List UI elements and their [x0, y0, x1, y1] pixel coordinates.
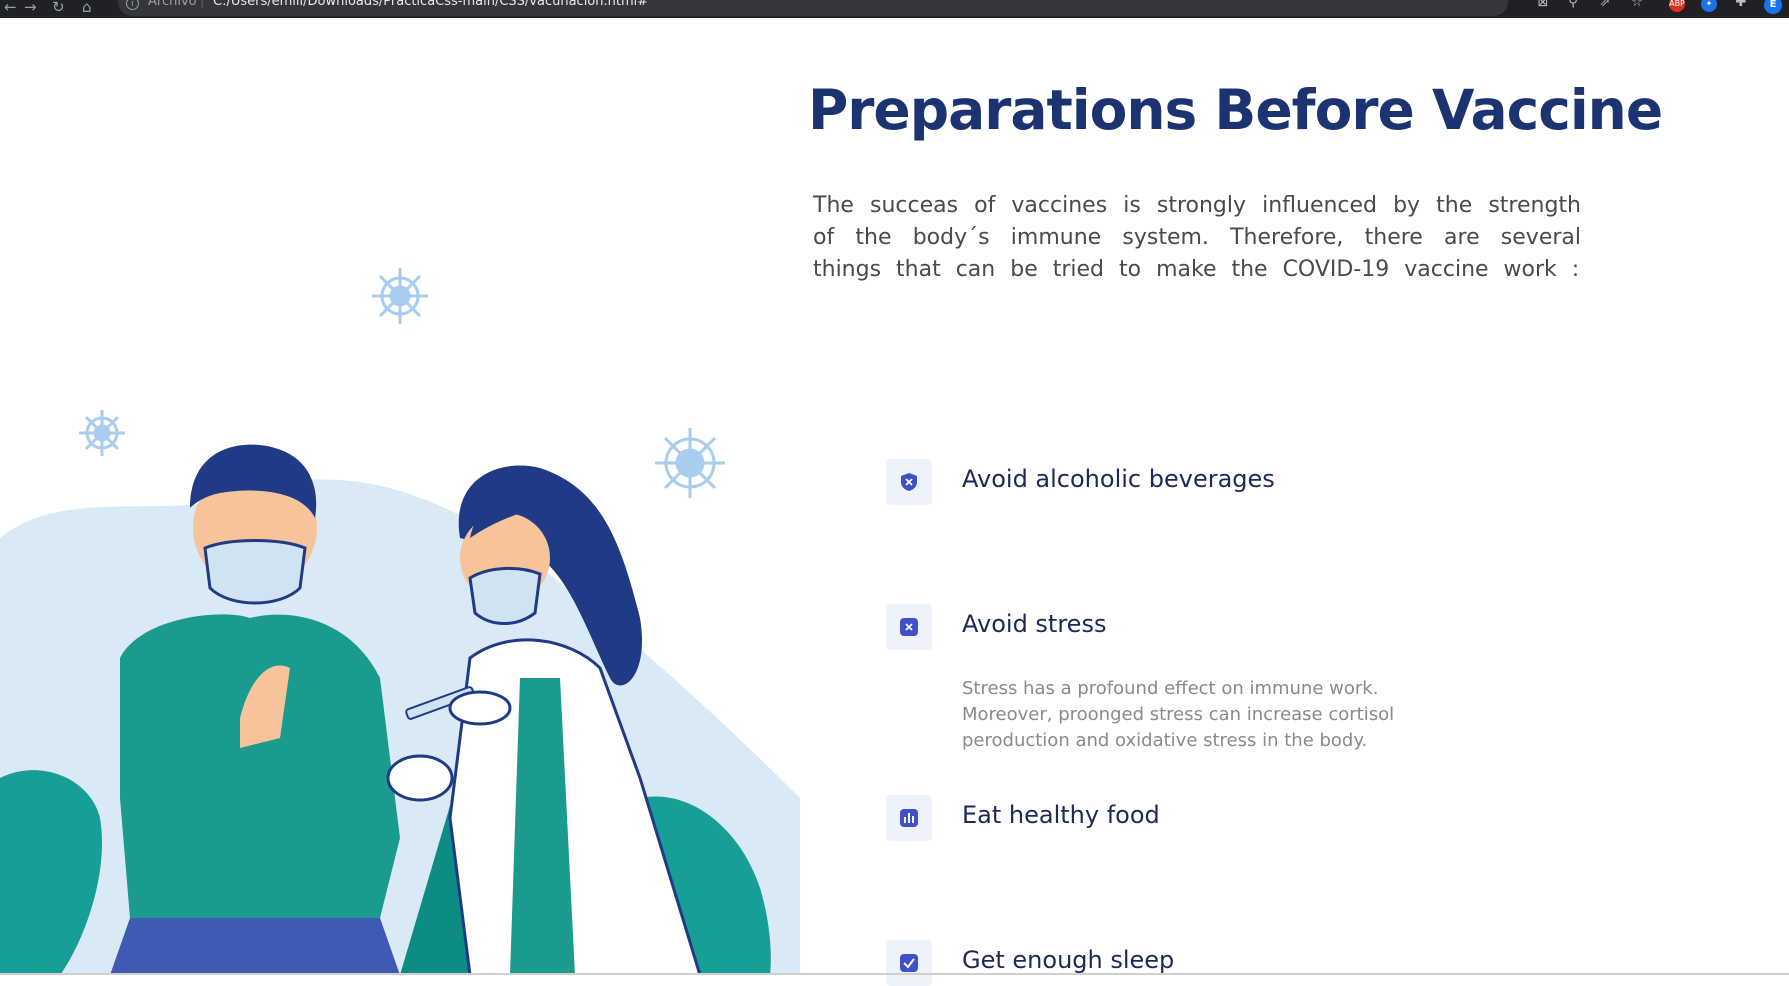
- translate-icon[interactable]: ⊠: [1536, 0, 1550, 10]
- back-icon[interactable]: ←: [4, 0, 17, 16]
- browser-toolbar: ← → ↻ ⌂ i Archivo | C:/Users/emili/Downl…: [0, 0, 1789, 18]
- adblock-extension-icon[interactable]: ABP: [1669, 0, 1685, 12]
- item-icon-badge: [886, 604, 932, 650]
- shield-icon: [901, 473, 917, 491]
- page-title: Preparations Before Vaccine: [808, 78, 1663, 142]
- bar-chart-icon: [900, 809, 918, 827]
- zoom-icon[interactable]: ⚲: [1566, 0, 1580, 10]
- item-description: Stress has a profound effect on immune w…: [962, 678, 1395, 751]
- x-square-icon: [900, 618, 918, 636]
- item-icon-badge: [886, 795, 932, 841]
- forward-icon[interactable]: →: [24, 0, 37, 16]
- extension-icon[interactable]: ✦: [1701, 0, 1717, 12]
- item-title: Avoid stress: [962, 610, 1107, 638]
- reload-icon[interactable]: ↻: [52, 0, 65, 16]
- virus-icon: [372, 268, 428, 324]
- address-separator: |: [200, 0, 205, 9]
- item-title: Avoid alcoholic beverages: [962, 465, 1275, 493]
- intro-paragraph: The succeas of vaccines is strongly infl…: [813, 193, 1581, 282]
- extensions-puzzle-icon[interactable]: ✚: [1734, 0, 1748, 10]
- vaccination-illustration: [0, 268, 800, 975]
- virus-icon: [655, 428, 725, 498]
- item-title: Get enough sleep: [962, 946, 1175, 974]
- profile-avatar[interactable]: E: [1764, 0, 1782, 14]
- item-icon-badge: [886, 459, 932, 505]
- url-text[interactable]: C:/Users/emili/Downloads/PracticaCss-mai…: [213, 0, 648, 9]
- site-info-label[interactable]: Archivo: [148, 0, 197, 9]
- item-icon-badge: [886, 940, 932, 986]
- home-icon[interactable]: ⌂: [82, 0, 92, 16]
- check-square-icon: [900, 954, 918, 972]
- share-icon[interactable]: ⇗: [1598, 0, 1612, 10]
- virus-icon: [79, 410, 125, 456]
- bookmark-star-icon[interactable]: ☆: [1630, 0, 1644, 10]
- item-title: Eat healthy food: [962, 801, 1160, 829]
